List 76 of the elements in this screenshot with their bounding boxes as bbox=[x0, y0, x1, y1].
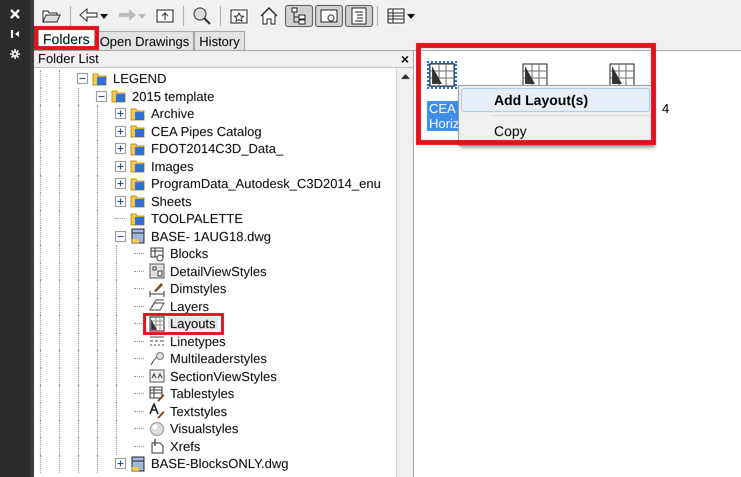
dropdown-caret-icon bbox=[100, 14, 108, 18]
dimension-brush-icon bbox=[149, 280, 165, 297]
tree-item[interactable]: 2015 template bbox=[130, 90, 216, 103]
close-button[interactable]: × bbox=[396, 52, 413, 66]
layout-thumbnail-icon[interactable] bbox=[429, 63, 455, 87]
tree-item[interactable]: Multileaderstyles bbox=[168, 352, 269, 366]
tree-item[interactable]: Sheets bbox=[149, 194, 194, 208]
dropdown-caret-icon bbox=[407, 14, 415, 18]
folder-icon bbox=[130, 158, 146, 174]
item-label: 4 bbox=[661, 101, 670, 116]
panel-title: Folder List bbox=[37, 50, 99, 68]
menu-item[interactable]: Copy bbox=[461, 119, 650, 143]
expand-icon[interactable] bbox=[114, 108, 126, 120]
drawing-file-icon bbox=[130, 228, 146, 244]
dropdown-caret-icon bbox=[138, 14, 146, 18]
home-icon bbox=[258, 5, 280, 27]
text-brush-icon bbox=[149, 403, 165, 420]
expand-icon[interactable] bbox=[114, 178, 126, 190]
expand-icon[interactable] bbox=[114, 196, 126, 207]
tree-item[interactable]: Archive bbox=[149, 107, 196, 120]
pin-icon[interactable] bbox=[10, 29, 20, 39]
collapse-icon[interactable] bbox=[96, 90, 106, 102]
collapse-icon[interactable] bbox=[114, 230, 126, 242]
preview-button[interactable] bbox=[315, 5, 343, 27]
scroll-up-icon[interactable] bbox=[400, 74, 410, 79]
tree-item[interactable]: Visualstyles bbox=[168, 422, 240, 436]
collapse-icon[interactable] bbox=[76, 73, 88, 84]
detail-view-icon bbox=[149, 263, 165, 280]
section-view-icon bbox=[149, 368, 165, 384]
folder-icon bbox=[130, 106, 146, 122]
settings-icon[interactable] bbox=[10, 49, 20, 59]
tree-view-button[interactable] bbox=[285, 5, 313, 27]
tree-item[interactable]: Layers bbox=[168, 300, 212, 313]
folder-icon bbox=[111, 88, 127, 104]
tree-item[interactable]: CEA Pipes Catalog bbox=[149, 124, 264, 138]
expand-icon[interactable] bbox=[114, 126, 126, 137]
drawing-file-icon bbox=[130, 456, 146, 472]
description-button[interactable] bbox=[345, 5, 373, 27]
blocks-icon bbox=[149, 246, 165, 262]
tab[interactable]: History bbox=[194, 31, 245, 50]
close-icon[interactable] bbox=[10, 9, 20, 19]
tree-item[interactable]: LEGEND bbox=[111, 72, 168, 86]
tree-item[interactable]: BASE-BlocksONLY.dwg bbox=[149, 457, 291, 470]
expand-icon[interactable] bbox=[114, 143, 126, 154]
expand-icon[interactable] bbox=[114, 458, 126, 470]
attachment-file-icon bbox=[149, 438, 165, 454]
layout-thumbnail-icon[interactable] bbox=[522, 63, 548, 87]
tree-item[interactable]: ProgramData_Autodesk_C3D2014_enu bbox=[149, 177, 383, 190]
folder-icon bbox=[130, 123, 146, 140]
layout-thumbnail-icon[interactable] bbox=[609, 63, 635, 87]
folder-icon bbox=[130, 140, 146, 157]
tree-item[interactable]: SectionViewStyles bbox=[168, 370, 279, 383]
folder-icon bbox=[130, 176, 146, 192]
folder-icon bbox=[92, 70, 108, 87]
table-brush-icon bbox=[149, 386, 165, 402]
expand-icon[interactable] bbox=[114, 160, 126, 172]
tree-item[interactable]: Xrefs bbox=[168, 440, 202, 453]
tree-item[interactable]: Layouts bbox=[168, 317, 218, 330]
tree-item[interactable]: Dimstyles bbox=[168, 282, 228, 296]
tree-item[interactable]: TOOLPALETTE bbox=[149, 212, 245, 226]
layout-icon bbox=[149, 316, 165, 332]
tree-item[interactable]: Tablestyles bbox=[168, 387, 236, 400]
tree-item[interactable]: Textstyles bbox=[168, 404, 230, 418]
tree-item[interactable]: Linetypes bbox=[168, 334, 228, 348]
tree-item[interactable]: BASE- 1AUG18.dwg bbox=[149, 230, 273, 243]
tree-item[interactable]: Blocks bbox=[168, 247, 210, 260]
scrollbar[interactable] bbox=[396, 68, 413, 477]
folder-icon bbox=[130, 193, 146, 210]
tree-item[interactable]: DetailViewStyles bbox=[168, 264, 269, 278]
tree-item[interactable]: Images bbox=[149, 160, 196, 173]
leader-brush-icon bbox=[149, 350, 165, 367]
folder-icon bbox=[130, 210, 146, 227]
sphere-icon bbox=[149, 420, 165, 437]
menu-item[interactable]: Add Layout(s) bbox=[461, 88, 650, 112]
search-icon bbox=[191, 5, 213, 27]
tree-item[interactable]: FDOT2014C3D_Data_ bbox=[149, 142, 286, 156]
